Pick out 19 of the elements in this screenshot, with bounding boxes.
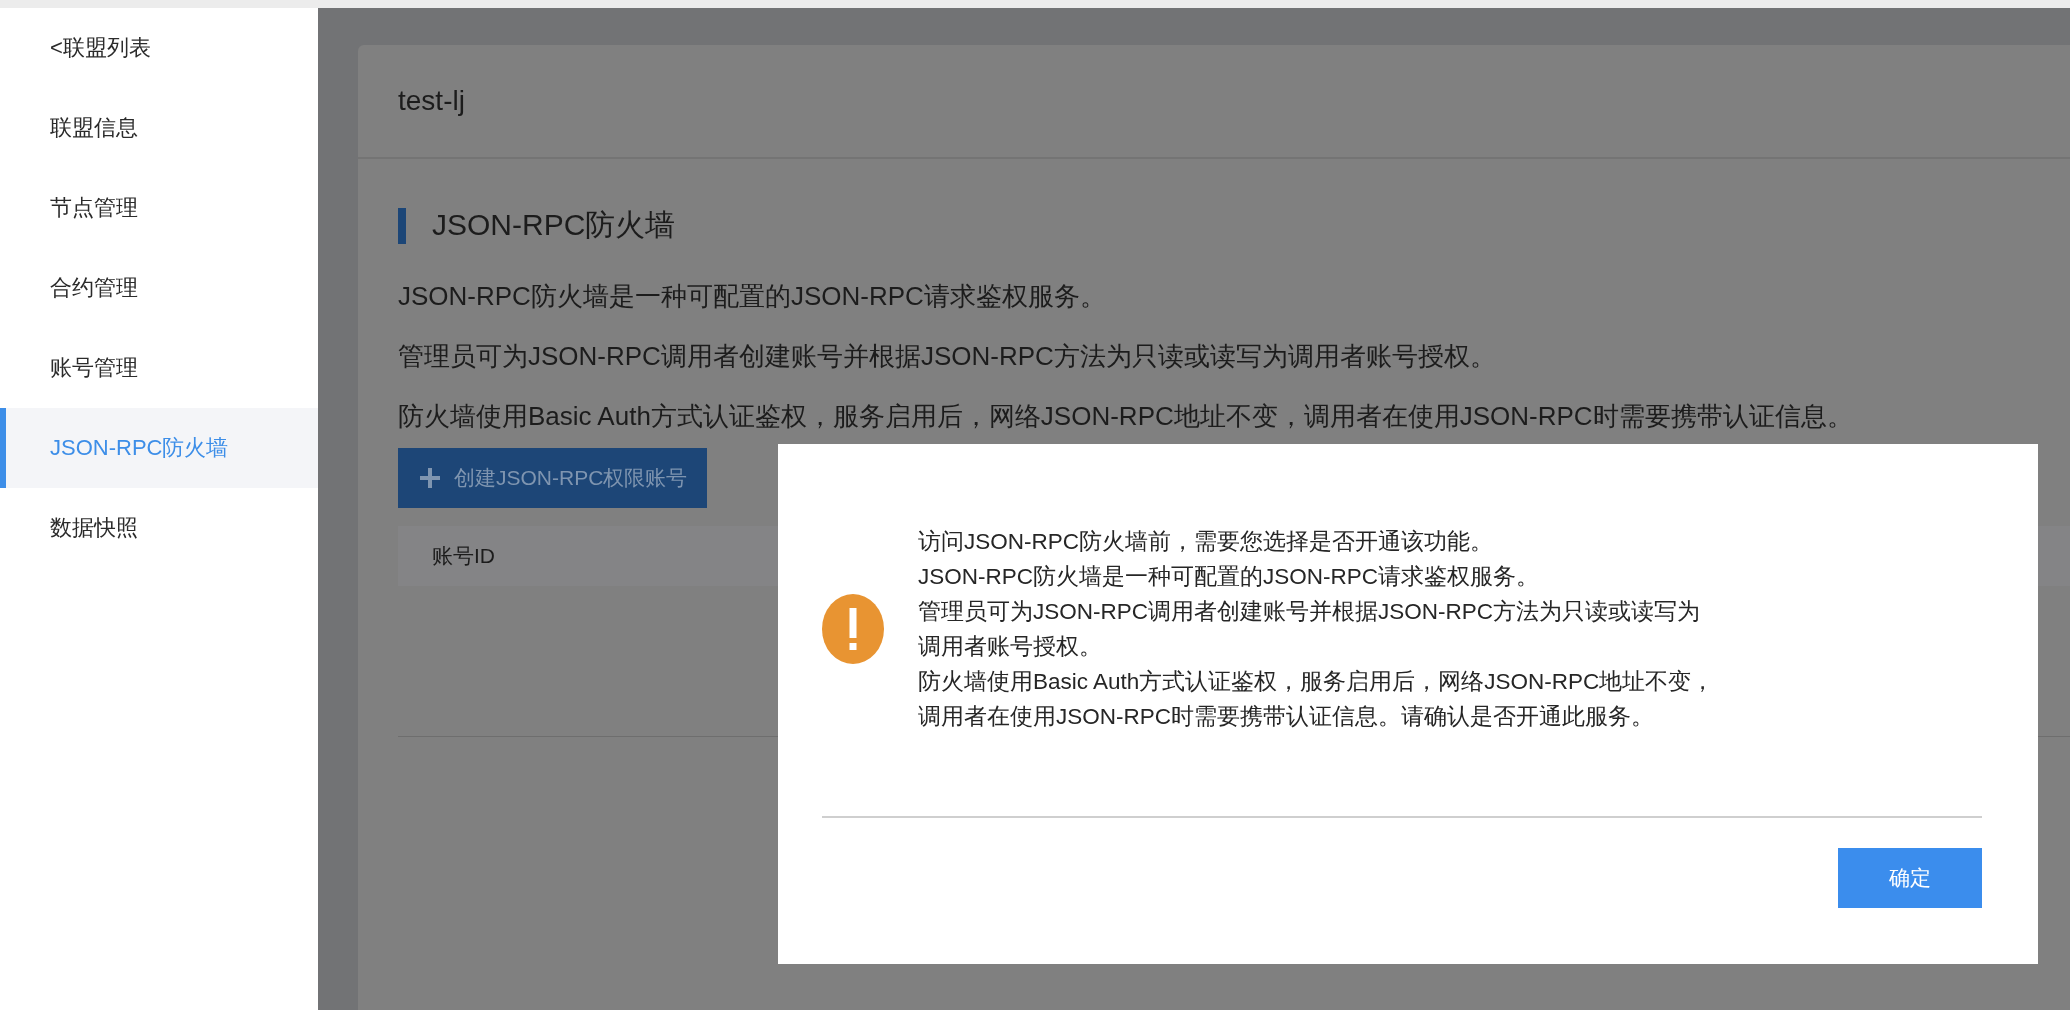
- dialog-message: 防火墙使用Basic Auth方式认证鉴权，服务启用后，网络JSON-RPC地址不变，调用者在使用JSON-RPC时需要携带认证信息。请确认是否开通此服务。: [918, 668, 1716, 731]
- dialog-message: 访问JSON-RPC防火墙前，需要您选择是否开通该功能。: [918, 528, 1494, 556]
- description-text: 防火墙使用Basic Auth方式认证鉴权，服务启用后，网络JSON-RPC地址不变，调用者在使用JSON-RPC时需要携带认证信息。: [398, 400, 1854, 433]
- dialog-message: 管理员可为JSON-RPC调用者创建账号并根据JSON-RPC方法为只读或读写为调用者账号授权。: [918, 598, 1701, 661]
- back-link[interactable]: <联盟列表: [0, 8, 318, 88]
- card-title: test-lj: [358, 45, 2070, 159]
- column-header: 账号ID: [432, 543, 495, 569]
- description-text: 管理员可为JSON-RPC调用者创建账号并根据JSON-RPC方法为只读或读写为调用者账号授权。: [398, 340, 1497, 373]
- dialog-message: JSON-RPC防火墙是一种可配置的JSON-RPC请求鉴权服务。: [918, 563, 1540, 591]
- sidebar-item[interactable]: 节点管理: [0, 168, 318, 248]
- sidebar-item[interactable]: 数据快照: [0, 488, 318, 568]
- warning-icon: [822, 594, 884, 664]
- sidebar-item[interactable]: 账号管理: [0, 328, 318, 408]
- section-title: JSON-RPC防火墙: [432, 207, 676, 243]
- section-marker: [398, 207, 406, 244]
- description-text: JSON-RPC防火墙是一种可配置的JSON-RPC请求鉴权服务。: [398, 280, 1107, 313]
- sidebar-item[interactable]: 联盟信息: [0, 88, 318, 168]
- sidebar-item[interactable]: 合约管理: [0, 248, 318, 328]
- plus-icon: [418, 466, 442, 490]
